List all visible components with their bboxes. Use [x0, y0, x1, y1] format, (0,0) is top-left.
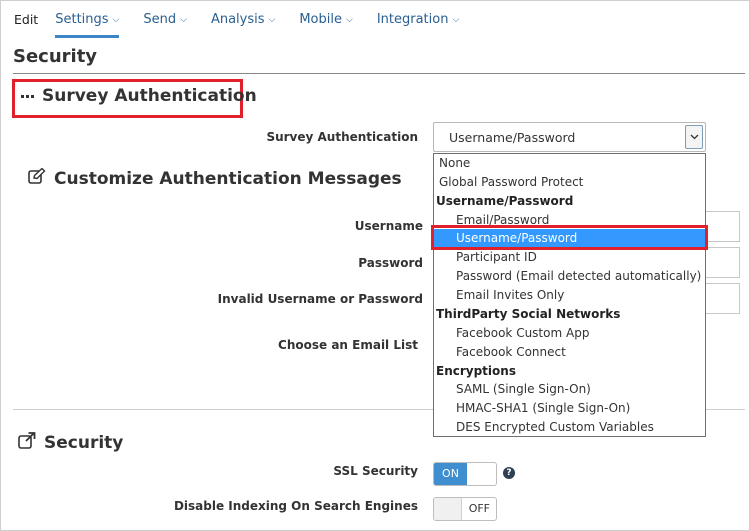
nav-edit[interactable]: Edit	[14, 10, 38, 38]
chevron-down-icon: ⌵	[268, 15, 276, 25]
optgroup-username-password: Username/Password	[436, 194, 574, 208]
top-nav: Edit Settings ⌵ Send ⌵ Analysis ⌵ Mobile…	[14, 10, 483, 40]
optgroup-social: ThirdParty Social Networks	[436, 307, 621, 321]
help-icon[interactable]: ?	[503, 467, 515, 479]
chevron-down-icon: ⌵	[452, 15, 460, 25]
indexing-label: Disable Indexing On Search Engines	[173, 499, 418, 513]
toggle-knob	[434, 498, 462, 520]
survey-auth-select[interactable]: Username/Password	[433, 122, 706, 152]
chevron-down-icon: ⌵	[180, 15, 187, 25]
indexing-toggle[interactable]: OFF	[433, 497, 497, 521]
page-title: Security	[13, 46, 98, 67]
chevron-down-icon: ⌵	[346, 15, 353, 25]
nav-send-label: Send	[143, 12, 177, 27]
nav-analysis-label: Analysis	[210, 12, 265, 27]
option-participant-id[interactable]: Participant ID	[434, 248, 705, 267]
customize-heading-text: Customize Authentication Messages	[54, 168, 402, 189]
indexing-toggle-state: OFF	[468, 502, 490, 515]
survey-auth-heading-text: Survey Authentication	[42, 86, 257, 106]
username-label: Username	[354, 219, 423, 233]
ssl-toggle-state: ON	[434, 463, 467, 485]
option-none[interactable]: None	[434, 154, 705, 173]
password-label: Password	[358, 256, 423, 270]
ellipsis-icon	[21, 94, 34, 98]
nav-settings[interactable]: Settings ⌵	[55, 10, 120, 38]
customize-heading: Customize Authentication Messages	[28, 167, 402, 189]
security-heading: Security	[18, 432, 123, 454]
nav-integration-label: Integration	[376, 12, 449, 27]
option-facebook-app[interactable]: Facebook Custom App	[434, 324, 705, 343]
security-heading-text: Security	[44, 433, 124, 453]
external-link-icon	[18, 432, 36, 454]
edit-icon	[28, 167, 46, 189]
chevron-down-icon[interactable]	[685, 125, 703, 149]
nav-mobile[interactable]: Mobile ⌵	[299, 10, 352, 38]
chevron-down-icon: ⌵	[112, 15, 120, 25]
option-des[interactable]: DES Encrypted Custom Variables	[434, 418, 705, 437]
survey-auth-label: Survey Authentication	[266, 130, 418, 144]
nav-integration[interactable]: Integration ⌵	[377, 10, 459, 38]
invalid-label: Invalid Username or Password	[217, 292, 423, 306]
survey-auth-heading: Survey Authentication	[21, 86, 257, 106]
highlight-box	[431, 225, 708, 250]
option-global-password[interactable]: Global Password Protect	[434, 173, 705, 192]
nav-analysis[interactable]: Analysis ⌵	[211, 10, 275, 38]
email-list-label: Choose an Email List	[278, 338, 418, 352]
ssl-toggle[interactable]: ON	[433, 462, 497, 486]
nav-settings-label: Settings	[55, 12, 109, 27]
option-email-invites[interactable]: Email Invites Only	[434, 286, 705, 305]
option-password-email[interactable]: Password (Email detected automatically)	[434, 267, 705, 286]
option-saml[interactable]: SAML (Single Sign-On)	[434, 380, 705, 399]
survey-auth-options[interactable]: None Global Password Protect Username/Pa…	[433, 153, 706, 437]
optgroup-encryptions: Encryptions	[436, 364, 516, 378]
ssl-label: SSL Security	[333, 464, 418, 478]
survey-auth-select-value: Username/Password	[449, 130, 576, 145]
nav-edit-label: Edit	[14, 12, 39, 27]
nav-mobile-label: Mobile	[299, 12, 342, 27]
option-facebook-connect[interactable]: Facebook Connect	[434, 343, 705, 362]
nav-send[interactable]: Send ⌵	[143, 10, 187, 38]
option-hmac[interactable]: HMAC-SHA1 (Single Sign-On)	[434, 399, 705, 418]
title-divider	[13, 73, 745, 74]
